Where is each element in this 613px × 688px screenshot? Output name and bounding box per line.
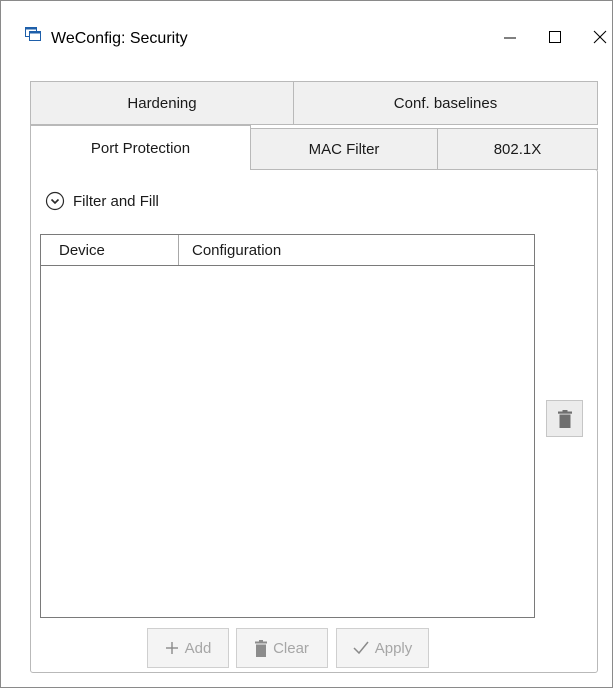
title-bar: WeConfig: Security [1,1,612,57]
filter-and-fill-expander[interactable]: Filter and Fill [45,191,159,211]
add-label: Add [184,639,212,657]
security-window: WeConfig: Security Hardening Conf. basel… [0,0,613,688]
tab-port-protection[interactable]: Port Protection [30,125,251,170]
clear-button[interactable]: Clear [236,628,328,668]
delete-button[interactable] [546,400,583,437]
tab-hardening[interactable]: Hardening [30,81,294,125]
tab-conf-baselines[interactable]: Conf. baselines [293,81,598,125]
maximize-icon [549,31,561,43]
plus-icon [165,642,178,654]
column-header-configuration[interactable]: Configuration [179,235,534,265]
tab-label: Conf. baselines [393,94,498,112]
maximize-button[interactable] [532,17,578,57]
column-header-device[interactable]: Device [41,235,179,265]
trash-icon [255,639,268,657]
checkmark-icon [353,641,369,655]
apply-label: Apply [374,639,413,657]
add-button[interactable]: Add [147,628,229,668]
minimize-button[interactable] [487,17,533,57]
tab-mac-filter[interactable]: MAC Filter [250,128,438,170]
minimize-icon [504,37,516,39]
close-button[interactable] [577,17,613,57]
tab-label: Port Protection [90,139,191,157]
tab-label: Hardening [127,94,197,112]
chevron-down-circle-icon [45,191,65,211]
close-icon [593,30,607,44]
expander-label: Filter and Fill [73,192,159,210]
trash-icon [557,409,572,428]
tab-label: 802.1X [493,140,542,158]
apply-button[interactable]: Apply [336,628,429,668]
grid-header: Device Configuration [41,235,534,266]
window-title: WeConfig: Security [51,30,188,47]
tab-label: MAC Filter [308,140,380,158]
clear-label: Clear [273,639,309,657]
tab-802-1x[interactable]: 802.1X [437,128,598,170]
device-configuration-grid[interactable]: Device Configuration [40,234,535,618]
window-app-icon [25,27,41,41]
